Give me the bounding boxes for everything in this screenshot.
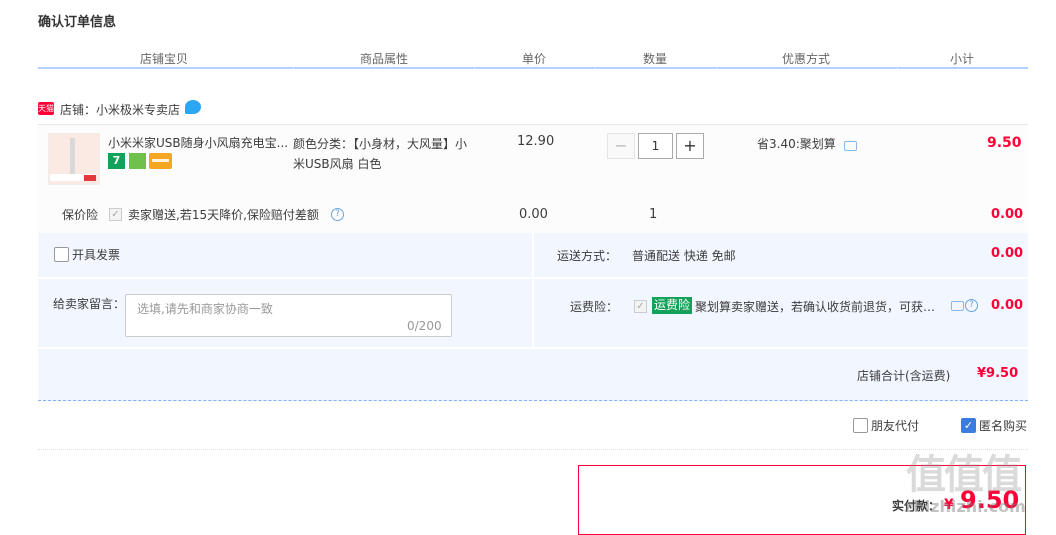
help-icon[interactable]: ? [331,208,344,221]
column-header-quantity: 数量 [642,52,667,66]
credit-card-stripe [152,159,169,162]
shipping-price: 0.00 [991,246,1024,261]
column-header-subtotal: 小计 [949,52,974,66]
product-title-link[interactable]: 小米米家USB随身小风扇充电宝... [108,134,294,151]
watermark-url: zhizhizhi.com [904,497,1026,516]
shipping-method: 普通配送 快递 免邮 [632,249,736,263]
freight-insurance-badge: 运费险 [652,297,693,314]
column-header-attributes: 商品属性 [359,52,408,66]
message-label: 给卖家留言： [53,297,126,311]
panel-bottom-border [38,400,1028,401]
thumbnail-tag [84,175,96,181]
shop-name-link[interactable]: 店铺：小米极米专卖店 [60,101,180,118]
freight-insurance-info-icon[interactable] [951,301,964,311]
item-subtotal: 9.50 [987,135,1022,151]
panel-divider [38,277,1028,279]
message-placeholder: 选填,请先和商家协商一致 [137,302,273,316]
column-header-promotion: 优惠方式 [781,52,830,66]
shop-total-label: 店铺合计(含运费) [857,369,951,383]
shipping-label: 运送方式： [557,249,618,263]
anonymous-purchase-checkbox[interactable]: ✓ [961,418,976,433]
header-separator [474,68,475,71]
section-separator [38,449,1028,450]
header-separator [897,68,898,71]
thumbnail-fan-shape [70,138,75,178]
message-char-count: 0/200 [407,319,442,333]
page-title: 确认订单信息 [38,15,117,30]
panel-divider [38,347,1028,349]
price-insurance-price: 0.00 [519,207,548,222]
header-separator [716,68,717,71]
quantity-increase-button[interactable]: + [676,133,704,159]
friend-pay-label[interactable]: 朋友代付 [871,417,919,434]
friend-pay-checkbox[interactable] [853,418,868,433]
price-insurance-checkbox: ✓ [109,208,122,221]
column-header-unit-price: 单价 [521,52,546,66]
quantity-decrease-button[interactable]: − [607,133,635,159]
invoice-label[interactable]: 开具发票 [72,246,120,263]
freight-insurance-price: 0.00 [991,298,1024,313]
freight-insurance-desc: 聚划算卖家赠送，若确认收货前退货，可获保... [695,300,943,314]
freight-insurance-label: 运费险： [570,300,619,314]
promotion-detail-icon[interactable] [844,141,857,151]
price-insurance-desc: 卖家赠送,若15天降价,保险赔付差额 [128,208,319,222]
price-insurance-subtotal: 0.00 [991,207,1024,222]
header-separator [595,68,596,71]
help-icon[interactable]: ? [965,299,978,312]
price-insurance-label: 保价险 [62,208,99,222]
watermark-logo: 值值值 [906,452,1022,498]
quantity-input[interactable] [638,133,673,159]
column-header-item: 店铺宝贝 [139,52,188,66]
invoice-checkbox[interactable] [54,247,69,262]
panel-divider [532,233,534,347]
unit-price: 12.90 [517,134,555,149]
freight-insurance-checkbox: ✓ [634,300,647,313]
header-underline [38,67,1028,69]
header-separator [293,68,294,71]
anonymous-purchase-label[interactable]: 匿名购买 [979,417,1027,434]
price-insurance-qty: 1 [649,207,658,222]
shop-total-value: ¥9.50 [977,366,1019,381]
service-icon[interactable] [129,153,146,169]
chat-icon[interactable] [185,100,201,114]
tmall-icon: 天猫 [38,102,54,115]
promotion-text: 省3.40:聚划算 [757,137,836,151]
product-attributes: 颜色分类：【小身材，大风量】小米USB风扇 白色 [293,137,468,171]
seven-day-return-icon[interactable]: 7 [108,153,125,169]
